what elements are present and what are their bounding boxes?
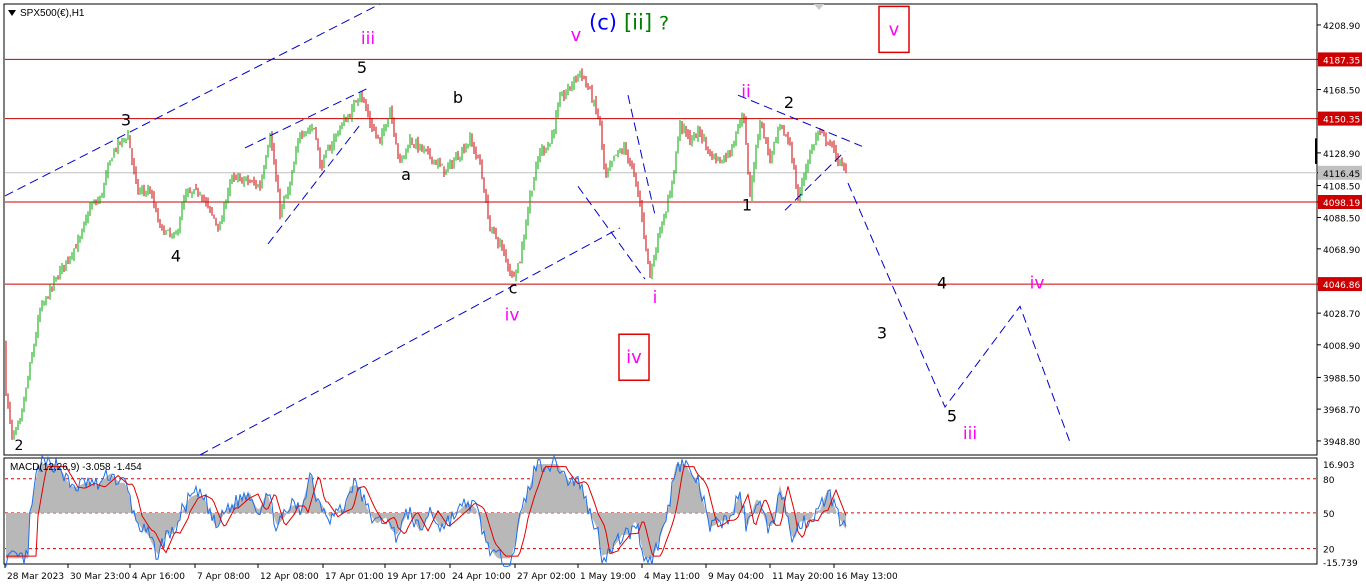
chart-canvas: iii 5 v (c) [ii] ? ii 2 b 3 a 1 4 c iv i 4 iv 3 5 iii 2 v iv 42…	[3, 3, 1362, 582]
macd: 16.903 80 50 20 -15.739	[5, 454, 1358, 569]
shift-marker-icon[interactable]	[814, 4, 824, 10]
wave-label: (c)	[589, 11, 617, 35]
wave-label: iii	[361, 29, 375, 49]
candles	[5, 68, 847, 440]
boxed-wave-label: v	[889, 19, 900, 40]
wave-label: 2	[784, 93, 794, 112]
dropdown-arrow-icon[interactable]	[8, 10, 16, 16]
time-tick-label: 16 May 13:00	[836, 572, 898, 582]
wave-label: iv	[1030, 274, 1045, 294]
projection-path	[847, 182, 1071, 443]
price-tick-label: 4088.50	[1323, 215, 1360, 225]
trend-line	[199, 227, 621, 456]
macd-tick-label: -15.739	[1323, 559, 1358, 569]
macd-tick-label: 50	[1323, 510, 1335, 520]
wave-label: 5	[357, 58, 367, 77]
price-tick-label: 3988.50	[1323, 374, 1360, 384]
price-tick-label: 4028.70	[1323, 310, 1360, 320]
wave-label: [ii]	[624, 11, 652, 35]
time-axis: 28 Mar 2023 30 Mar 23:00 4 Apr 16:00 7 Apr …	[4, 564, 898, 582]
trend-lines	[4, 3, 1071, 456]
wave-label: b	[453, 88, 463, 107]
trend-line	[577, 186, 646, 280]
wave-label: ?	[659, 13, 669, 35]
macd-tick-label: 80	[1323, 476, 1335, 486]
time-tick-label: 11 May 20:00	[772, 572, 834, 582]
symbol-label: SPX500(€),H1	[20, 8, 85, 19]
wave-label: 4	[171, 246, 181, 265]
price-tick-label: 3968.70	[1323, 406, 1360, 416]
time-tick-label: 24 Apr 10:00	[452, 572, 511, 582]
trend-line	[267, 122, 363, 245]
wave-label: 3	[877, 323, 887, 342]
wave-label: 4	[937, 274, 947, 293]
price-levels	[5, 58, 1317, 285]
price-tick-label: 4068.90	[1323, 246, 1360, 256]
wave-label: v	[571, 25, 582, 46]
price-tag-label: 4116.45	[1323, 170, 1360, 180]
macd-tick-label: 16.903	[1323, 461, 1355, 471]
price-tick-label: 4108.50	[1323, 183, 1360, 193]
price-axis: 4208.90 4187.35 4168.50 4150.35 4128.90 4116.…	[1315, 22, 1362, 448]
wave-label: 5	[947, 406, 957, 425]
price-tick-label: 4208.90	[1323, 22, 1360, 32]
wave-label: 3	[121, 111, 131, 130]
wave-label: ii	[741, 82, 750, 102]
price-tick-label: 4008.90	[1323, 342, 1360, 352]
time-tick-label: 30 Mar 23:00	[70, 572, 130, 582]
time-tick-label: 1 May 19:00	[580, 572, 636, 582]
price-tag-label: 4098.19	[1323, 199, 1360, 209]
wave-label: 1	[742, 195, 752, 214]
wave-label: 2	[15, 438, 24, 454]
wave-label: a	[401, 165, 411, 184]
time-tick-label: 17 Apr 01:00	[325, 572, 384, 582]
wave-label: c	[509, 278, 518, 297]
wave-label: iii	[963, 424, 977, 444]
price-tag-label: 4150.35	[1323, 116, 1360, 126]
trend-line	[244, 86, 371, 149]
time-tick-label: 4 Apr 16:00	[132, 572, 185, 582]
price-tick-label: 4168.50	[1323, 87, 1360, 97]
macd-tick-label: 20	[1323, 546, 1335, 556]
time-tick-label: 12 Apr 08:00	[260, 572, 319, 582]
price-tag-label: 4046.86	[1323, 281, 1360, 291]
price-tick-label: 3948.80	[1323, 438, 1360, 448]
price-tag-label: 4187.35	[1323, 56, 1360, 66]
time-tick-label: 9 May 04:00	[708, 572, 764, 582]
wave-labels: iii 5 v (c) [ii] ? ii 2 b 3 a 1 4 c iv i 4 iv 3 5 iii 2 v iv	[15, 5, 1045, 454]
time-tick-label: 19 Apr 17:00	[387, 572, 446, 582]
trend-line	[627, 95, 656, 216]
boxed-wave-label: iv	[626, 347, 642, 368]
wave-label: i	[653, 288, 658, 308]
time-tick-label: 28 Mar 2023	[7, 572, 64, 582]
macd-title: MACD(12,26,9) -3.058 -1.454	[10, 462, 142, 473]
wave-label: iv	[505, 306, 520, 326]
time-tick-label: 27 Apr 02:00	[517, 572, 576, 582]
time-tick-label: 4 May 11:00	[644, 572, 700, 582]
trend-line	[737, 94, 863, 147]
price-tick-label: 4128.90	[1323, 150, 1360, 160]
time-tick-label: 7 Apr 08:00	[197, 572, 250, 582]
